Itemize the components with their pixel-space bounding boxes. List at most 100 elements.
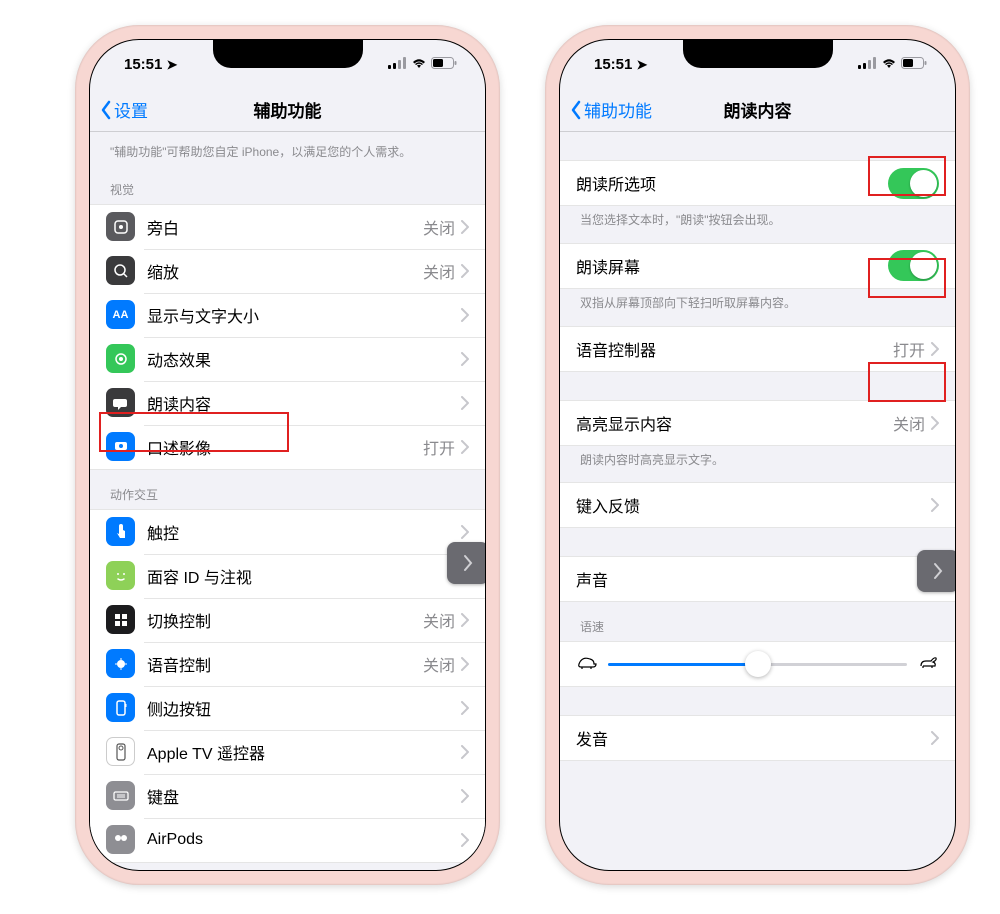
cell-label: 朗读所选项 <box>576 171 888 195</box>
chevron-right-icon <box>931 416 939 430</box>
cell-audio-descriptions[interactable]: 口述影像 打开 <box>90 425 485 469</box>
status-time: 15:51 ➤ <box>594 56 647 73</box>
cell-side-button[interactable]: 侧边按钮 <box>90 686 485 730</box>
group-speed <box>560 641 955 687</box>
desc-speak-selection: 当您选择文本时，"朗读"按钮会出现。 <box>560 206 955 233</box>
intro-text: "辅助功能"可帮助您自定 iPhone，以满足您的个人需求。 <box>90 138 485 165</box>
signal-icon <box>388 56 407 73</box>
chevron-right-icon <box>461 220 469 234</box>
desc-speak-screen: 双指从屏幕顶部向下轻扫听取屏幕内容。 <box>560 289 955 316</box>
cell-label: 触控 <box>147 520 461 544</box>
content-left[interactable]: "辅助功能"可帮助您自定 iPhone，以满足您的个人需求。 视觉 旁白 关闭 … <box>90 132 485 870</box>
cell-voice-control[interactable]: 语音控制 关闭 <box>90 642 485 686</box>
cell-switch-control[interactable]: 切换控制 关闭 <box>90 598 485 642</box>
cell-keyboard[interactable]: 键盘 <box>90 774 485 818</box>
toggle-speak-screen[interactable] <box>888 250 939 281</box>
nav-title: 辅助功能 <box>90 97 485 122</box>
speak-screen-control[interactable] <box>447 542 486 584</box>
phone-left: 15:51 ➤ 设置 辅助功能 "辅助功能 <box>75 25 500 885</box>
slider-row <box>560 642 955 686</box>
signal-icon <box>858 56 877 73</box>
nav-back-button[interactable]: 辅助功能 <box>570 97 652 122</box>
cell-speak-screen[interactable]: 朗读屏幕 <box>560 244 955 288</box>
cell-label: 缩放 <box>147 259 423 283</box>
cell-airpods[interactable]: AirPods <box>90 818 485 862</box>
battery-icon <box>431 56 457 73</box>
cell-display-text[interactable]: AA 显示与文字大小 <box>90 293 485 337</box>
nav-back-button[interactable]: 设置 <box>100 97 148 122</box>
rabbit-icon <box>917 654 939 675</box>
chevron-right-icon <box>461 525 469 539</box>
chevron-right-icon <box>461 440 469 454</box>
screen-left: 15:51 ➤ 设置 辅助功能 "辅助功能 <box>89 39 486 871</box>
cell-voiceover[interactable]: 旁白 关闭 <box>90 205 485 249</box>
cell-highlight-content[interactable]: 高亮显示内容 关闭 <box>560 401 955 445</box>
desc-highlight: 朗读内容时高亮显示文字。 <box>560 446 955 473</box>
cell-pronunciation[interactable]: 发音 <box>560 716 955 760</box>
cell-label: 显示与文字大小 <box>147 303 461 327</box>
chevron-right-icon <box>461 396 469 410</box>
cell-value: 关闭 <box>893 411 925 435</box>
voice-control-icon <box>106 649 135 678</box>
cell-faceid[interactable]: 面容 ID 与注视 <box>90 554 485 598</box>
cell-speak-selection[interactable]: 朗读所选项 <box>560 161 955 205</box>
cell-zoom[interactable]: 缩放 关闭 <box>90 249 485 293</box>
cell-label: 朗读内容 <box>147 391 461 415</box>
wifi-icon <box>411 56 427 73</box>
cell-label: 朗读屏幕 <box>576 254 888 278</box>
appletv-icon <box>106 737 135 766</box>
chevron-right-icon <box>461 701 469 715</box>
toggle-speak-selection[interactable] <box>888 168 939 199</box>
group-pronunciation: 发音 <box>560 715 955 761</box>
zoom-icon <box>106 256 135 285</box>
nav-bar: 设置 辅助功能 <box>90 88 485 132</box>
cell-appletv-remote[interactable]: Apple TV 遥控器 <box>90 730 485 774</box>
display-text-icon: AA <box>106 300 135 329</box>
cell-speech-controller[interactable]: 语音控制器 打开 <box>560 327 955 371</box>
cell-value: 关闭 <box>423 215 455 239</box>
cell-label: 切换控制 <box>147 608 423 632</box>
audio-desc-icon <box>106 432 135 461</box>
side-button-icon <box>106 693 135 722</box>
cell-motion[interactable]: 动态效果 <box>90 337 485 381</box>
cell-value: 关闭 <box>423 652 455 676</box>
slider-thumb[interactable] <box>745 651 771 677</box>
group-speech-controller: 语音控制器 打开 <box>560 326 955 372</box>
spoken-content-icon <box>106 388 135 417</box>
cell-value: 打开 <box>423 435 455 459</box>
cell-label: 口述影像 <box>147 435 423 459</box>
chevron-right-icon <box>461 264 469 278</box>
switch-control-icon <box>106 605 135 634</box>
chevron-right-icon <box>461 657 469 671</box>
faceid-icon <box>106 561 135 590</box>
motion-icon <box>106 344 135 373</box>
speed-slider[interactable] <box>608 663 907 666</box>
chevron-right-icon <box>931 731 939 745</box>
nav-back-label: 设置 <box>114 97 148 122</box>
touch-icon <box>106 517 135 546</box>
chevron-right-icon <box>461 833 469 847</box>
group-highlight: 高亮显示内容 关闭 <box>560 400 955 446</box>
cell-touch[interactable]: 触控 <box>90 510 485 554</box>
cell-label: 发音 <box>576 726 931 750</box>
group-speak-screen: 朗读屏幕 <box>560 243 955 289</box>
phone-right: 15:51 ➤ 辅助功能 朗读内容 <box>545 25 970 885</box>
cell-label: 面容 ID 与注视 <box>147 564 461 588</box>
section-motor: 动作交互 <box>90 470 485 509</box>
cell-typing-feedback[interactable]: 键入反馈 <box>560 483 955 527</box>
keyboard-icon <box>106 781 135 810</box>
cell-label: 键入反馈 <box>576 493 931 517</box>
location-icon: ➤ <box>637 57 648 72</box>
chevron-right-icon <box>461 352 469 366</box>
content-right[interactable]: 朗读所选项 当您选择文本时，"朗读"按钮会出现。 朗读屏幕 双指从屏幕顶部向下轻… <box>560 132 955 870</box>
cell-voices[interactable]: 声音 <box>560 557 955 601</box>
speak-screen-control[interactable] <box>917 550 956 592</box>
cell-label: AirPods <box>147 831 461 849</box>
chevron-right-icon <box>931 342 939 356</box>
status-time: 15:51 ➤ <box>124 56 177 73</box>
cell-spoken-content[interactable]: 朗读内容 <box>90 381 485 425</box>
screen-right: 15:51 ➤ 辅助功能 朗读内容 <box>559 39 956 871</box>
cell-label: 高亮显示内容 <box>576 411 893 435</box>
cell-label: 声音 <box>576 567 931 591</box>
voiceover-icon <box>106 212 135 241</box>
